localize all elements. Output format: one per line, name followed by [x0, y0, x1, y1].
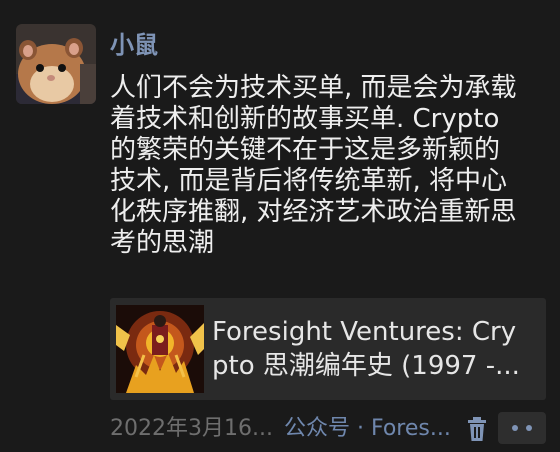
post-timestamp: 2022年3月16...: [110, 416, 273, 441]
more-dots-icon: [526, 425, 532, 431]
hamster-avatar-icon: [16, 24, 96, 104]
username[interactable]: 小鼠: [110, 28, 158, 62]
more-dots-icon: [512, 425, 518, 431]
delete-button[interactable]: [462, 414, 492, 444]
link-card-title: Foresight Ventures: Cry pto 思潮编年史 (1997 …: [212, 317, 520, 381]
trash-icon: [468, 417, 486, 441]
user-avatar[interactable]: [16, 24, 96, 104]
moment-post: 小鼠 人们不会为技术买单, 而是会为承载 着技术和创新的故事买单. Crypto…: [0, 0, 560, 452]
article-thumbnail: [116, 305, 204, 393]
post-text: 人们不会为技术买单, 而是会为承载 着技术和创新的故事买单. Crypto 的繁…: [110, 73, 517, 258]
link-card[interactable]: Foresight Ventures: Cry pto 思潮编年史 (1997 …: [110, 298, 546, 400]
foresight-thumbnail-icon: [116, 305, 204, 393]
more-button[interactable]: [498, 412, 546, 444]
post-source-link[interactable]: 公众号 · Fores...: [284, 414, 451, 444]
